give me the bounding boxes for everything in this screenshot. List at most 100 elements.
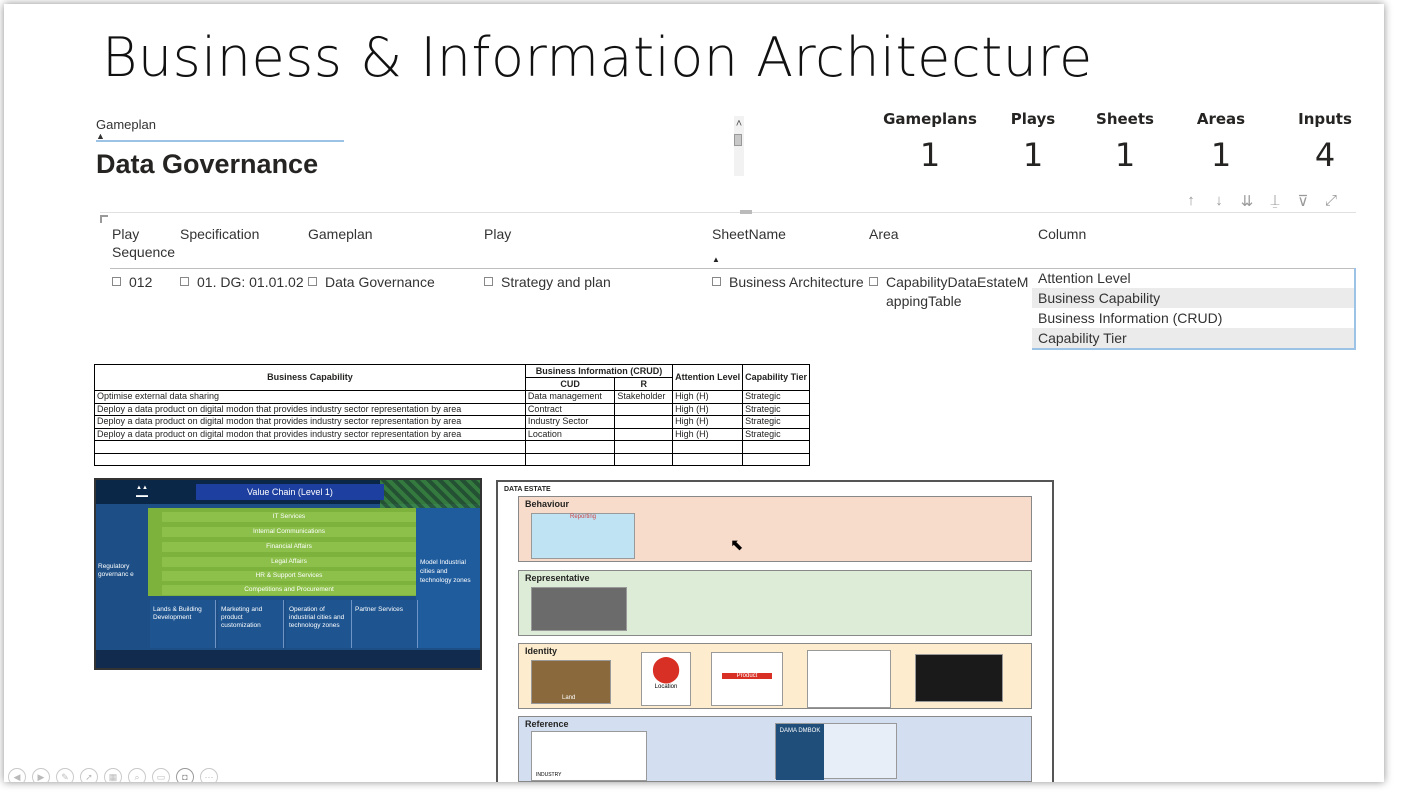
table-cell: Stakeholder <box>614 390 674 404</box>
sort-ascending-icon[interactable]: ▲ <box>712 255 720 264</box>
table-cell <box>672 440 744 454</box>
column-item[interactable]: Capability Tier <box>1032 328 1354 348</box>
kpi-label: Sheets <box>1096 110 1154 128</box>
table-cell <box>742 452 810 466</box>
th-business-information: Business Information (CRUD) <box>524 364 674 378</box>
cell-text: Strategy and plan <box>501 274 611 290</box>
drill-icon[interactable]: ⍊ <box>1266 192 1284 210</box>
kpi-sheets: Sheets 1 <box>1088 110 1162 174</box>
slicer-selected-value[interactable]: Data Governance <box>96 149 318 180</box>
visual-header: ↑ ↓ ⇊ ⍊ ⊽ ⤢ <box>1182 192 1340 210</box>
header-gameplan[interactable]: Gameplan <box>308 225 373 243</box>
thumb-label: INDUSTRY <box>536 772 562 778</box>
next-icon[interactable]: ▶ <box>32 768 50 782</box>
collapse-icon[interactable] <box>180 277 189 286</box>
support-row: Legal Affairs <box>162 557 416 567</box>
table-row <box>94 452 810 466</box>
header-sheetname[interactable]: SheetName <box>712 225 786 243</box>
column-item[interactable]: Business Capability <box>1032 288 1354 308</box>
matrix-visual: Play Sequence Specification Gameplan Pla… <box>100 210 1356 352</box>
table-row: Deploy a data product on digital modon t… <box>94 415 810 429</box>
collapse-icon[interactable] <box>869 277 878 286</box>
camera-icon[interactable]: ◘ <box>176 768 194 782</box>
visual-grip[interactable] <box>740 210 752 214</box>
cell-area[interactable]: CapabilityDataEstateMappingTable <box>869 273 1029 311</box>
previous-icon[interactable]: ◀ <box>8 768 26 782</box>
data-estate-image: DATA ESTATE Behaviour Reporting Represen… <box>496 480 1054 782</box>
expand-all-icon[interactable]: ⇊ <box>1238 192 1256 210</box>
band-label: Behaviour <box>525 499 570 509</box>
table-cell <box>614 452 674 466</box>
support-row: Competitions and Procurement <box>162 585 416 595</box>
header-column[interactable]: Column <box>1038 225 1086 243</box>
cell-play-sequence[interactable]: 012 <box>112 273 152 292</box>
arrow-up-icon[interactable]: ↑ <box>1182 192 1200 210</box>
table-cell: Strategic <box>742 402 810 416</box>
presentation-toolbar: ◀ ▶ ✎ ➚ ▦ ⌕ ▭ ◘ ⋯ <box>8 768 218 782</box>
arrow-down-icon[interactable]: ↓ <box>1210 192 1228 210</box>
table-cell <box>94 440 526 454</box>
zoom-icon[interactable]: ⌕ <box>128 768 146 782</box>
kpi-value: 1 <box>919 136 941 174</box>
subtitles-icon[interactable]: ▭ <box>152 768 170 782</box>
cell-text: Data Governance <box>325 274 435 290</box>
primary-activity: Lands & Building Development <box>150 600 216 648</box>
kpi-value: 4 <box>1314 136 1336 174</box>
reporting-image: Reporting <box>531 513 635 559</box>
table-cell <box>672 452 744 466</box>
pointer-icon[interactable]: ➚ <box>80 768 98 782</box>
th-business-capability: Business Capability <box>94 364 526 391</box>
column-item[interactable]: Business Information (CRUD) <box>1032 308 1354 328</box>
collapse-icon[interactable] <box>112 277 121 286</box>
collapse-icon[interactable] <box>308 277 317 286</box>
cell-play[interactable]: Strategy and plan <box>484 273 611 292</box>
slicer-scrollbar[interactable]: ˄ ˅ <box>734 116 744 176</box>
header-play[interactable]: Play <box>484 225 511 243</box>
kpi-value: 1 <box>1210 136 1232 174</box>
band-reference: Reference INDUSTRY DAMA DMBOK <box>518 716 1032 782</box>
th-cud: CUD <box>524 377 616 391</box>
table-cell: Strategic <box>742 390 810 404</box>
cell-sheetname[interactable]: Business Architecture <box>712 273 864 292</box>
filter-icon[interactable]: ⊽ <box>1294 192 1312 210</box>
band-label: Reference <box>525 719 569 729</box>
table-cell: Strategic <box>742 427 810 441</box>
slides-icon[interactable]: ▦ <box>104 768 122 782</box>
kpi-label: Gameplans <box>883 110 977 128</box>
header-area[interactable]: Area <box>869 225 899 243</box>
value-chain-title: Value Chain (Level 1) <box>196 484 384 500</box>
scroll-up-icon[interactable]: ˄ <box>734 116 744 132</box>
table-cell: Deploy a data product on digital modon t… <box>94 415 526 429</box>
industry-chart-image: INDUSTRY <box>531 731 647 781</box>
table-row: Deploy a data product on digital modon t… <box>94 427 810 441</box>
table-row <box>94 440 810 454</box>
collapse-icon[interactable] <box>712 277 721 286</box>
support-row: Internal Communications <box>162 527 416 537</box>
capability-table: Business Capability Business Information… <box>94 364 810 466</box>
kpi-label: Plays <box>1010 110 1056 128</box>
focus-mode-icon[interactable]: ⤢ <box>1322 192 1340 210</box>
header-specification[interactable]: Specification <box>180 225 259 243</box>
location-pin-icon: ⬤ <box>651 653 681 683</box>
location-image: ⬤ Location <box>641 652 691 706</box>
table-row: Optimise external data sharing Data mana… <box>94 390 810 404</box>
cell-gameplan[interactable]: Data Governance <box>308 273 435 292</box>
primary-activity: Marketing and product customization <box>218 600 284 648</box>
thumb-label: Location <box>654 684 678 690</box>
pen-icon[interactable]: ✎ <box>56 768 74 782</box>
band-identity: Identity Land ⬤ Location Product <box>518 643 1032 709</box>
table-cell <box>94 452 526 466</box>
kpi-gameplans: Gameplans 1 <box>880 110 980 174</box>
more-icon[interactable]: ⋯ <box>200 768 218 782</box>
cell-specification[interactable]: 01. DG: 01.01.02 <box>180 273 304 292</box>
mouse-cursor-icon: ⬉ <box>730 537 744 554</box>
table-cell: High (H) <box>672 427 744 441</box>
visual-corner <box>100 215 108 223</box>
column-item[interactable]: Attention Level <box>1032 268 1354 288</box>
table-cell <box>614 440 674 454</box>
scroll-thumb[interactable] <box>734 134 742 146</box>
header-play-sequence[interactable]: Play Sequence <box>112 225 182 261</box>
thumb-label: Reporting <box>569 514 596 520</box>
model-cities-label: Model Industrial cities and technology z… <box>416 508 480 648</box>
collapse-icon[interactable] <box>484 277 493 286</box>
